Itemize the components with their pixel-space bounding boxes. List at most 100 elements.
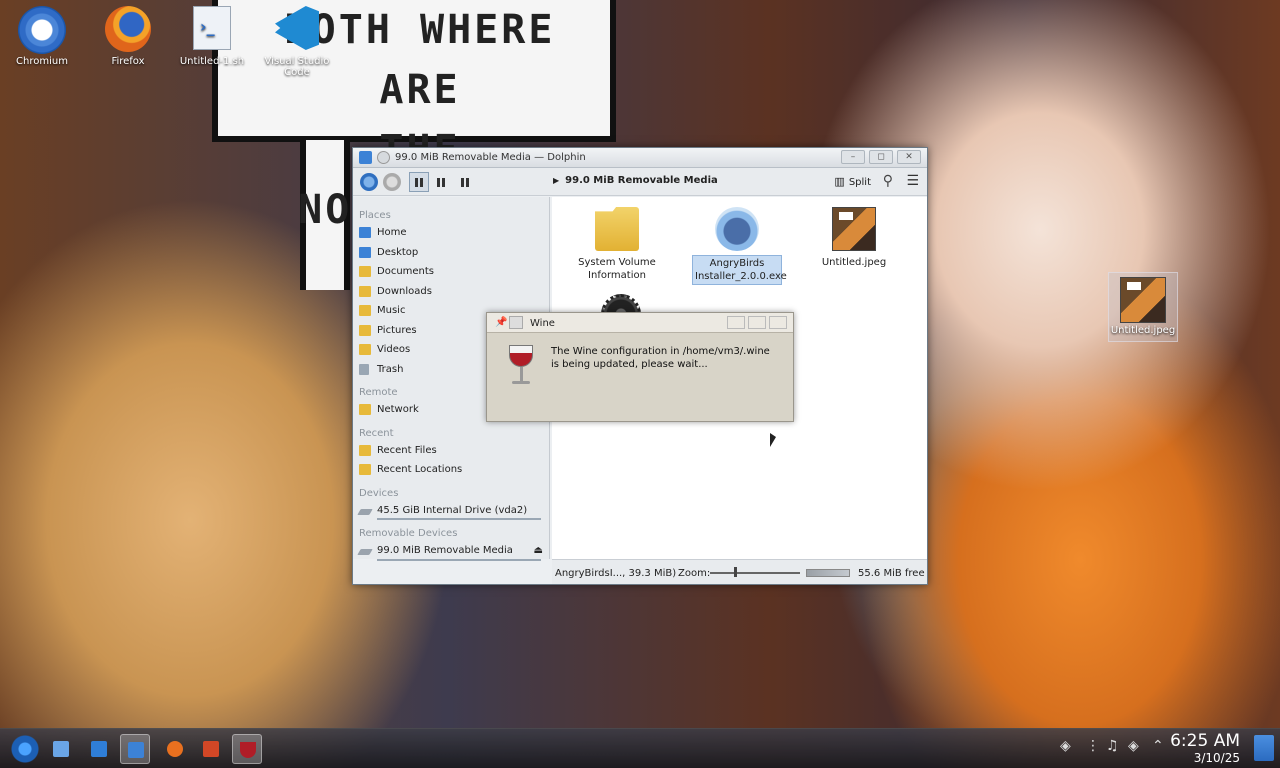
mouse-cursor-icon [770, 433, 776, 447]
desktop-grid-icon [53, 741, 69, 757]
folder-icon [359, 324, 371, 336]
home-icon [359, 227, 371, 238]
sidebar-item-label: Recent Files [377, 444, 437, 456]
file-item-selected[interactable]: AngryBirds Installer_2.0.0.exe [692, 207, 787, 285]
search-icon[interactable]: ⚲ [883, 173, 893, 189]
sidebar-item-label: Documents [377, 266, 435, 277]
minimize-button[interactable] [727, 316, 745, 329]
file-name: System Volume Information [578, 257, 656, 281]
volume-icon[interactable]: ♫ [1106, 738, 1119, 754]
desktop-icon-label: Visual Studio Code [264, 56, 330, 78]
sidebar-item-home[interactable]: Home [353, 224, 549, 244]
firefox-icon [105, 6, 151, 52]
breadcrumb[interactable]: 99.0 MiB Removable Media [553, 175, 718, 186]
details-view-button[interactable] [455, 172, 475, 192]
free-space-text: 55.6 MiB free [858, 568, 925, 579]
trash-icon [359, 363, 369, 375]
image-thumbnail-icon [1120, 277, 1166, 323]
zoom-slider[interactable] [710, 572, 800, 574]
maximize-button[interactable] [748, 316, 766, 329]
security-icon[interactable]: ◈ [1128, 738, 1139, 754]
wine-message: The Wine configuration in /home/vm3/.win… [551, 346, 770, 370]
network-icon[interactable]: ⋮ [1086, 738, 1100, 754]
split-button[interactable]: Split [834, 175, 871, 188]
desktop-icon-chromium[interactable]: Chromium [2, 6, 82, 67]
sidebar-item-label: Music [377, 305, 406, 316]
usb-drive-icon [357, 549, 373, 555]
desktop-icon-jpeg[interactable]: Untitled.jpeg [1108, 272, 1178, 342]
sidebar-item-recent-locations[interactable]: Recent Locations [353, 461, 549, 481]
free-space-bar [806, 569, 850, 577]
taskbar-dolphin-button[interactable] [120, 734, 150, 764]
status-text: AngryBirdsI..., 39.3 MiB) [555, 568, 677, 579]
sidebar-section-places: Places [359, 210, 391, 221]
folder-icon [359, 305, 371, 316]
presentation-icon [203, 741, 219, 757]
folder-icon [359, 444, 371, 456]
sidebar-item-desktop[interactable]: Desktop [353, 244, 549, 264]
show-desktop-button[interactable] [1254, 735, 1274, 761]
maximize-button[interactable]: ◻ [869, 150, 893, 164]
file-name: AngryBirds Installer_2.0.0.exe [692, 255, 787, 285]
back-button[interactable] [360, 173, 378, 191]
taskbar-firefox-button[interactable] [160, 734, 190, 764]
sidebar-item-label: 99.0 MiB Removable Media [377, 545, 513, 556]
status-bar: AngryBirdsI..., 39.3 MiB) Zoom: 55.6 MiB… [552, 559, 927, 584]
sidebar-item-downloads[interactable]: Downloads [353, 283, 549, 303]
taskbar-presentation-button[interactable] [196, 734, 226, 764]
desktop-icon [359, 246, 371, 258]
zoom-label: Zoom: [678, 568, 711, 579]
close-button[interactable] [769, 316, 787, 329]
eject-icon[interactable]: ⏏ [534, 545, 543, 556]
desktop-icon-label: Chromium [16, 56, 68, 67]
window-menu-icon[interactable] [509, 316, 523, 329]
capacity-bar [377, 558, 541, 561]
tray-expand-icon[interactable]: ⌃ [1152, 738, 1164, 754]
pin-icon[interactable] [377, 151, 390, 164]
sidebar-item-label: Trash [377, 363, 404, 375]
window-title: 99.0 MiB Removable Media — Dolphin [395, 152, 586, 163]
taskbar-wine-button[interactable] [232, 734, 262, 764]
desktop-icon-script[interactable]: Untitled-1.sh [172, 6, 252, 67]
pin-icon[interactable]: 📌 [495, 317, 507, 328]
sidebar-section-devices: Devices [359, 487, 399, 499]
sidebar-item-label: Videos [377, 344, 411, 355]
taskbar-terminal-button[interactable] [84, 734, 114, 764]
compact-view-icon [437, 178, 446, 187]
forward-button[interactable] [383, 173, 401, 191]
sidebar-item-removable-media[interactable]: 99.0 MiB Removable Media ⏏ [353, 542, 549, 562]
dolphin-app-icon[interactable] [359, 151, 372, 164]
firefox-icon [167, 741, 183, 757]
window-titlebar[interactable]: 99.0 MiB Removable Media — Dolphin – ◻ ✕ [353, 148, 927, 168]
close-button[interactable]: ✕ [897, 150, 921, 164]
sidebar-item-documents[interactable]: Documents [353, 263, 549, 283]
zoom-slider-handle[interactable] [734, 567, 737, 577]
clock-date[interactable]: 3/10/25 [1194, 751, 1240, 765]
icons-view-icon [415, 178, 424, 187]
desktop-icon-firefox[interactable]: Firefox [88, 6, 168, 67]
folder-icon [359, 464, 371, 475]
folder-icon [359, 285, 371, 297]
file-item[interactable]: Untitled.jpeg [809, 207, 899, 270]
wine-titlebar[interactable]: 📌 Wine [487, 313, 793, 333]
taskbar: ◈ ⋮ ♫ ◈ ⌃ 6:25 AM 3/10/25 [0, 728, 1280, 768]
shield-icon[interactable]: ◈ [1060, 738, 1071, 754]
minimize-button[interactable]: – [841, 150, 865, 164]
desktop-icon-label: Firefox [111, 56, 145, 67]
compact-view-button[interactable] [431, 172, 451, 192]
desktop-icon-label: Untitled.jpeg [1110, 325, 1176, 336]
sidebar-item-internal-drive[interactable]: 45.5 GiB Internal Drive (vda2) [353, 502, 549, 522]
chromium-icon [18, 6, 66, 54]
clock-time[interactable]: 6:25 AM [1170, 731, 1240, 751]
capacity-bar [377, 518, 541, 520]
file-item[interactable]: System Volume Information [572, 207, 662, 283]
wine-glass-icon [240, 742, 256, 758]
icons-view-button[interactable] [409, 172, 429, 192]
sidebar-item-recent-files[interactable]: Recent Files [353, 442, 549, 462]
hamburger-menu-icon[interactable]: ☰ [906, 173, 919, 189]
desktop-icon-label: Untitled-1.sh [179, 56, 245, 67]
desktop-icon-vscode[interactable]: Visual Studio Code [257, 6, 337, 78]
start-menu-button[interactable] [10, 734, 40, 764]
taskbar-desktop-button[interactable] [46, 734, 76, 764]
terminal-icon [91, 741, 107, 757]
